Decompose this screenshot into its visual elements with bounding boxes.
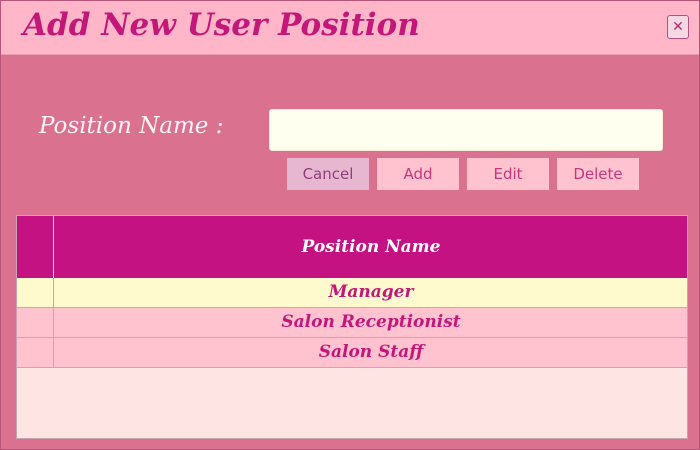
add-button[interactable]: Add	[377, 158, 459, 190]
column-header-position-name[interactable]: Position Name	[55, 216, 687, 278]
row-selector[interactable]	[17, 278, 54, 307]
dialog-title: Add New User Position	[23, 7, 420, 43]
grid-header-select-column	[17, 216, 54, 278]
grid-header: Position Name	[17, 216, 687, 278]
table-row[interactable]: Salon Receptionist	[17, 308, 687, 338]
position-name-cell: Salon Staff	[318, 342, 424, 362]
dialog-titlebar: Add New User Position ✕	[1, 1, 699, 55]
cancel-button[interactable]: Cancel	[287, 158, 369, 190]
position-name-label: Position Name :	[39, 113, 224, 139]
add-user-position-dialog: Add New User Position ✕ Position Name : …	[0, 0, 700, 450]
table-row[interactable]: Manager	[17, 278, 687, 308]
position-name-cell: Manager	[328, 282, 414, 302]
position-name-input[interactable]	[269, 109, 663, 151]
table-row[interactable]: Salon Staff	[17, 338, 687, 368]
row-selector[interactable]	[17, 308, 54, 337]
position-name-cell: Salon Receptionist	[281, 312, 461, 332]
delete-button[interactable]: Delete	[557, 158, 639, 190]
close-icon[interactable]: ✕	[667, 15, 689, 39]
edit-button[interactable]: Edit	[467, 158, 549, 190]
position-grid: Position Name Manager Salon Receptionist…	[16, 215, 688, 439]
row-selector[interactable]	[17, 338, 54, 367]
